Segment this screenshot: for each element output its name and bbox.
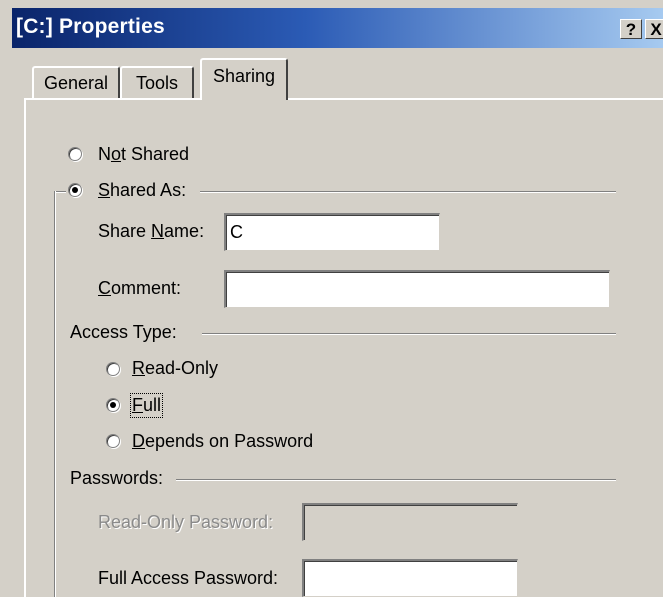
not-shared-label[interactable]: Not Shared bbox=[98, 144, 189, 165]
read-only-radio[interactable] bbox=[106, 362, 120, 376]
read-only-password-label: Read-Only Password: bbox=[98, 512, 274, 532]
passwords-group-line bbox=[176, 479, 616, 481]
comment-label: Comment: bbox=[98, 278, 182, 298]
full-radio-dot bbox=[110, 402, 116, 408]
close-button[interactable]: X bbox=[645, 19, 663, 39]
full-access-password-label: Full Access Password: bbox=[98, 568, 279, 588]
tab-sharing[interactable]: Sharing bbox=[200, 58, 288, 100]
shared-as-radio[interactable] bbox=[68, 183, 82, 197]
title-bar[interactable]: [C:] Properties ? X bbox=[12, 8, 663, 48]
depends-on-password-label[interactable]: Depends on Password bbox=[132, 431, 313, 452]
share-name-field[interactable] bbox=[224, 213, 440, 251]
shared-as-label[interactable]: Shared As: bbox=[98, 180, 186, 201]
full-access-password-field[interactable] bbox=[302, 559, 518, 597]
comment-field[interactable] bbox=[224, 270, 610, 308]
help-button[interactable]: ? bbox=[620, 19, 642, 39]
depends-on-password-radio[interactable] bbox=[106, 434, 120, 448]
share-name-label: Share Name: bbox=[98, 221, 205, 241]
access-type-group-line bbox=[202, 333, 616, 335]
shared-as-group-border bbox=[54, 191, 56, 597]
tab-general[interactable]: General bbox=[32, 66, 120, 98]
passwords-label: Passwords: bbox=[70, 468, 164, 488]
shared-as-group-line bbox=[200, 191, 616, 193]
full-radio[interactable] bbox=[106, 398, 120, 412]
properties-dialog: [C:] Properties ? X General Tools Sharin… bbox=[0, 0, 663, 597]
tab-tools[interactable]: Tools bbox=[120, 66, 194, 98]
access-type-label: Access Type: bbox=[70, 322, 177, 342]
read-only-label[interactable]: Read-Only bbox=[132, 358, 218, 379]
shared-as-radio-dot bbox=[72, 187, 78, 193]
window-title: [C:] Properties bbox=[16, 15, 165, 38]
not-shared-radio[interactable] bbox=[68, 147, 82, 161]
full-label[interactable]: Full bbox=[129, 393, 164, 418]
read-only-password-field bbox=[302, 503, 518, 541]
